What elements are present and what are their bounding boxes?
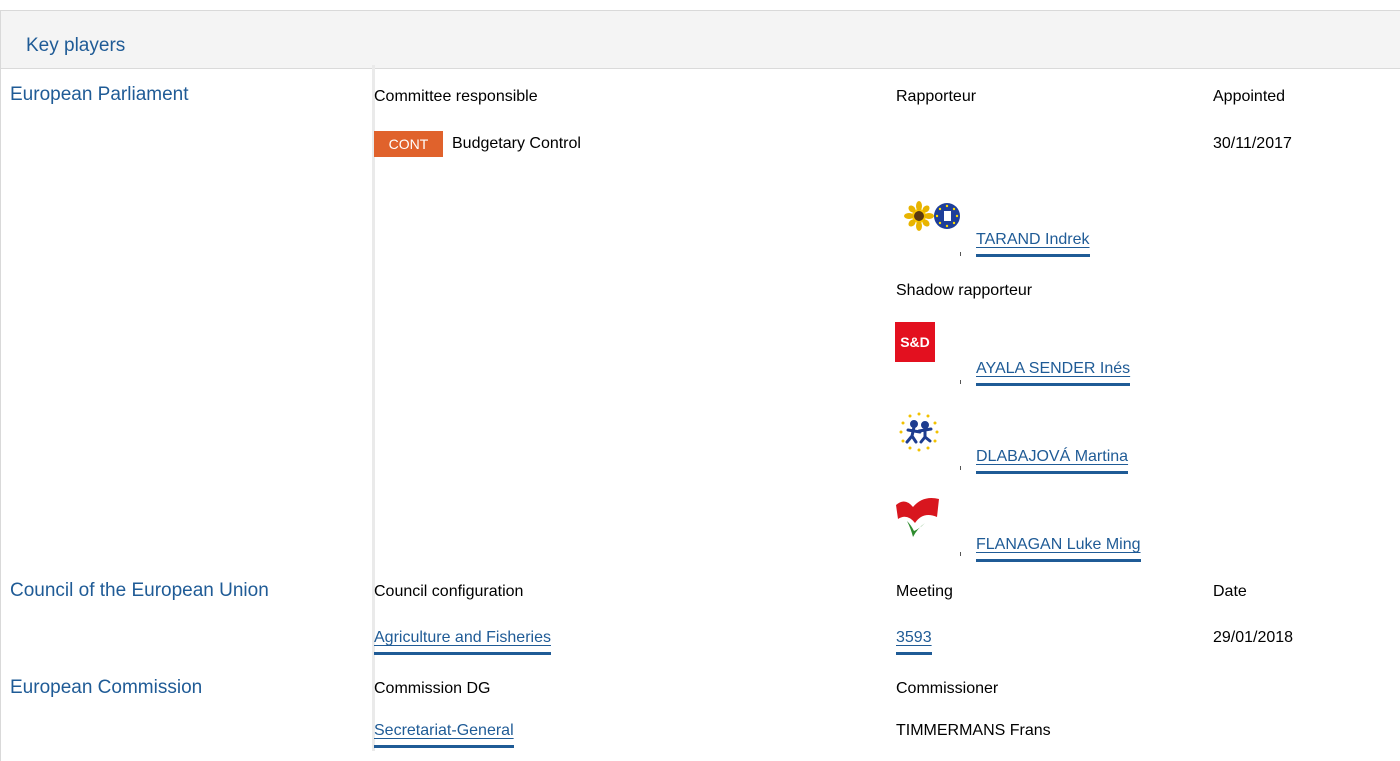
committee-responsible-header: Committee responsible — [374, 88, 538, 105]
alde-logo-icon — [899, 412, 939, 452]
commissioner-header: Commissioner — [896, 680, 999, 697]
commissioner-name: TIMMERMANS Frans — [896, 722, 1051, 739]
link-marker — [960, 380, 961, 384]
panel-title: Key players — [26, 35, 126, 56]
shadow-rapporteur-link-dlabajova[interactable]: DLABAJOVÁ Martina — [976, 448, 1129, 474]
shadow-rapporteur-link-flanagan[interactable]: FLANAGAN Luke Ming — [976, 536, 1141, 562]
shadow-rapporteur-header: Shadow rapporteur — [896, 282, 1033, 299]
rapporteur-link[interactable]: TARAND Indrek — [976, 231, 1090, 257]
link-marker — [960, 252, 961, 256]
meeting-link[interactable]: 3593 — [896, 629, 932, 655]
column-divider — [372, 65, 375, 751]
meeting-header: Meeting — [896, 583, 953, 600]
institution-european-parliament: European Parliament — [10, 84, 189, 105]
institution-commission: European Commission — [10, 677, 203, 698]
link-marker — [960, 466, 961, 470]
gue-ngl-logo-icon — [896, 498, 939, 537]
appointed-date: 30/11/2017 — [1213, 135, 1292, 152]
commission-dg-header: Commission DG — [374, 680, 491, 697]
committee-name: Budgetary Control — [452, 135, 581, 152]
committee-badge: CONT — [374, 131, 443, 157]
commission-dg-link[interactable]: Secretariat-General — [374, 722, 514, 748]
council-configuration-header: Council configuration — [374, 583, 524, 600]
meeting-date: 29/01/2018 — [1213, 629, 1294, 646]
greens-efa-logo-icon — [904, 201, 960, 231]
shadow-rapporteur-link-ayala[interactable]: AYALA SENDER Inés — [976, 360, 1131, 386]
key-players-panel: Key players — [0, 10, 1400, 761]
s-and-d-logo-icon: S&D — [895, 322, 935, 362]
council-configuration-link[interactable]: Agriculture and Fisheries — [374, 629, 551, 655]
rapporteur-header: Rapporteur — [896, 88, 977, 105]
appointed-header: Appointed — [1213, 88, 1286, 105]
date-header: Date — [1213, 583, 1247, 600]
panel-header: Key players — [1, 11, 1400, 69]
link-marker — [960, 552, 961, 556]
institution-council: Council of the European Union — [10, 580, 269, 601]
